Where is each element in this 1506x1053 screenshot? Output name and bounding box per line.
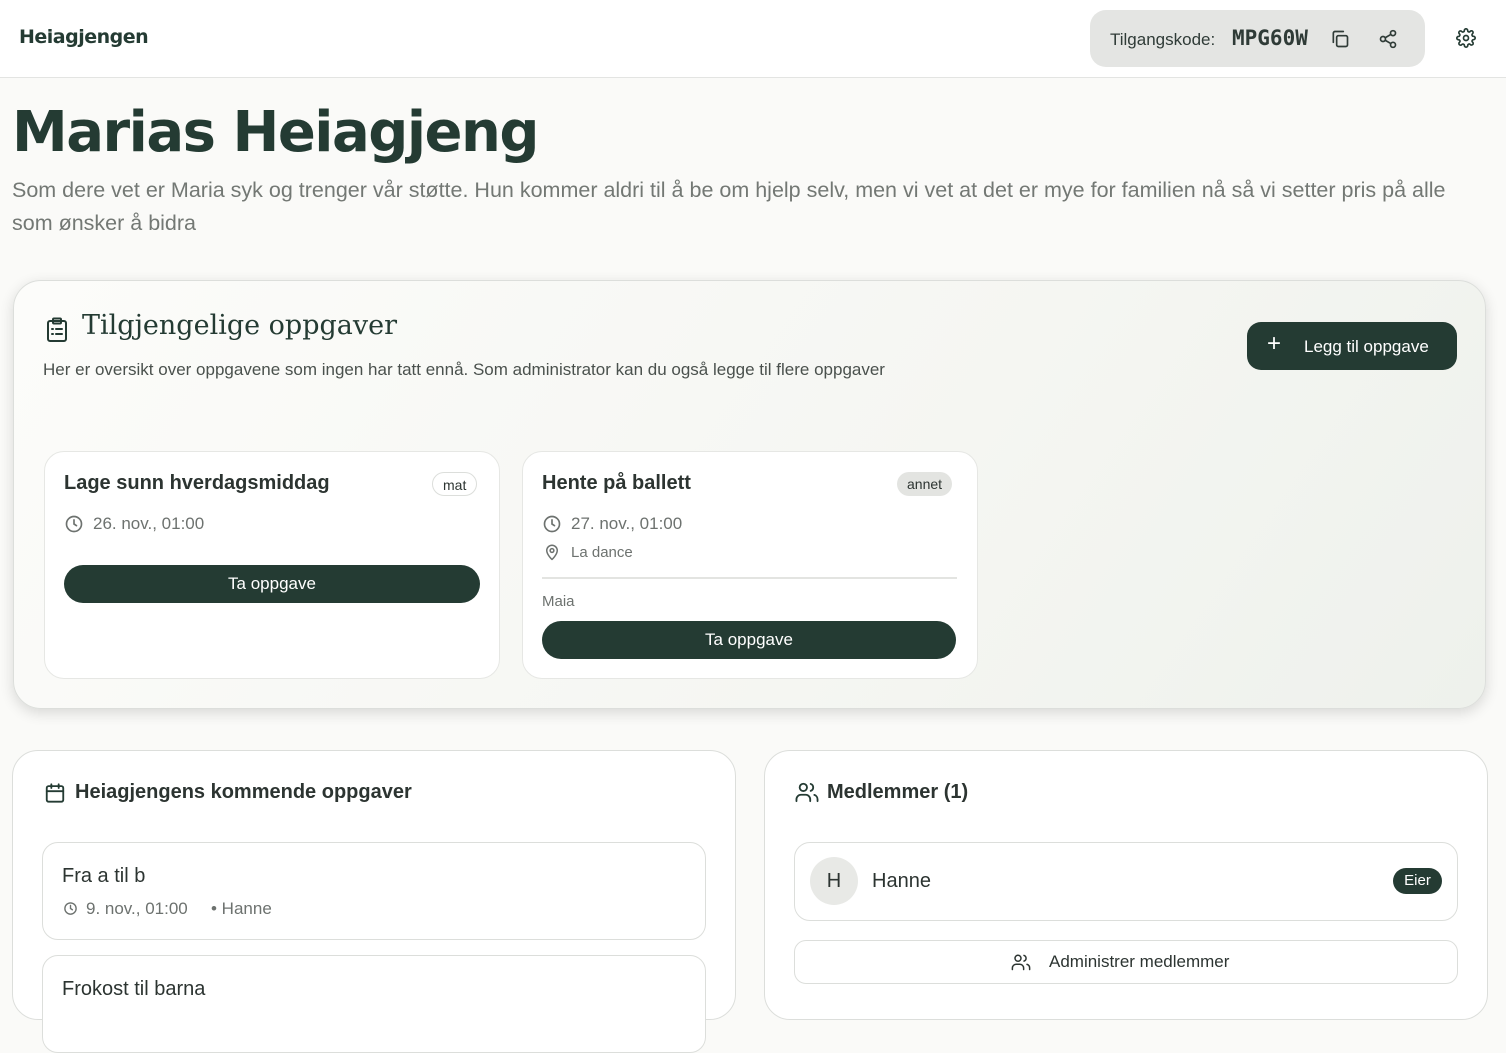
task-title: Hente på ballett xyxy=(542,472,691,494)
users-icon xyxy=(1011,954,1031,971)
add-task-label: Legg til oppgave xyxy=(1304,337,1429,356)
clipboard-icon xyxy=(47,317,67,342)
add-task-button[interactable]: + Legg til oppgave xyxy=(1247,322,1457,370)
task-assignee: Maia xyxy=(542,593,575,610)
role-badge: Eier xyxy=(1393,868,1442,894)
task-tag: annet xyxy=(897,472,953,496)
upcoming-task-datetime: 9. nov., 01:00 xyxy=(86,899,188,918)
copy-icon[interactable] xyxy=(1330,29,1350,49)
task-tag: mat xyxy=(432,472,478,496)
members-title: Medlemmer (1) xyxy=(827,781,969,803)
plus-icon: + xyxy=(1267,330,1282,357)
top-bar: Heiagjengen Tilgangskode: MPG60W xyxy=(0,0,1506,78)
clock-icon xyxy=(65,515,83,533)
clock-icon xyxy=(64,902,77,915)
upcoming-task-item[interactable]: Frokost til barna xyxy=(42,955,706,1053)
manage-members-button[interactable]: Administrer medlemmer xyxy=(794,940,1458,984)
manage-members-label: Administrer medlemmer xyxy=(1049,952,1230,971)
page-title: Marias Heiagjeng xyxy=(12,100,540,165)
users-icon xyxy=(795,782,819,803)
access-code-label: Tilgangskode: xyxy=(1110,30,1216,49)
task-location: La dance xyxy=(571,544,633,561)
available-tasks-title: Tilgjengelige oppgaver xyxy=(82,310,398,341)
upcoming-task-person: • Hanne xyxy=(211,899,272,918)
task-datetime: 27. nov., 01:00 xyxy=(571,514,683,533)
share-icon[interactable] xyxy=(1378,29,1398,49)
take-task-button[interactable]: Ta oppgave xyxy=(542,621,956,659)
members-section: Medlemmer (1) H Hanne Eier Administrer m… xyxy=(764,750,1488,1020)
task-card: Lage sunn hverdagsmiddag mat 26. nov., 0… xyxy=(44,451,500,679)
upcoming-tasks-title: Heiagjengens kommende oppgaver xyxy=(75,781,412,803)
task-card: Hente på ballett annet 27. nov., 01:00 L… xyxy=(522,451,978,679)
calendar-icon xyxy=(45,783,65,803)
app-logo[interactable]: Heiagjengen xyxy=(19,26,149,48)
gear-icon[interactable] xyxy=(1456,28,1476,48)
task-datetime: 26. nov., 01:00 xyxy=(93,514,205,533)
task-title: Lage sunn hverdagsmiddag xyxy=(64,472,330,494)
access-code-value: MPG60W xyxy=(1232,26,1308,50)
map-pin-icon xyxy=(546,544,558,561)
page-description: Som dere vet er Maria syk og trenger vår… xyxy=(12,178,1446,235)
card-divider xyxy=(542,577,957,579)
member-name: Hanne xyxy=(872,870,931,892)
upcoming-tasks-section: Heiagjengens kommende oppgaver Fra a til… xyxy=(12,750,736,1053)
upcoming-task-title: Fra a til b xyxy=(62,865,146,887)
member-row[interactable]: H Hanne Eier xyxy=(794,842,1458,921)
take-task-button[interactable]: Ta oppgave xyxy=(64,565,480,603)
avatar: H xyxy=(810,857,858,905)
available-tasks-subtitle: Her er oversikt over oppgavene som ingen… xyxy=(43,360,885,379)
upcoming-task-item[interactable]: Fra a til b 9. nov., 01:00 • Hanne xyxy=(42,842,706,940)
access-code-box: Tilgangskode: MPG60W xyxy=(1090,10,1425,67)
clock-icon xyxy=(543,515,561,533)
available-tasks-panel: Tilgjengelige oppgaver Her er oversikt o… xyxy=(13,280,1486,709)
upcoming-task-title: Frokost til barna xyxy=(62,978,206,1000)
